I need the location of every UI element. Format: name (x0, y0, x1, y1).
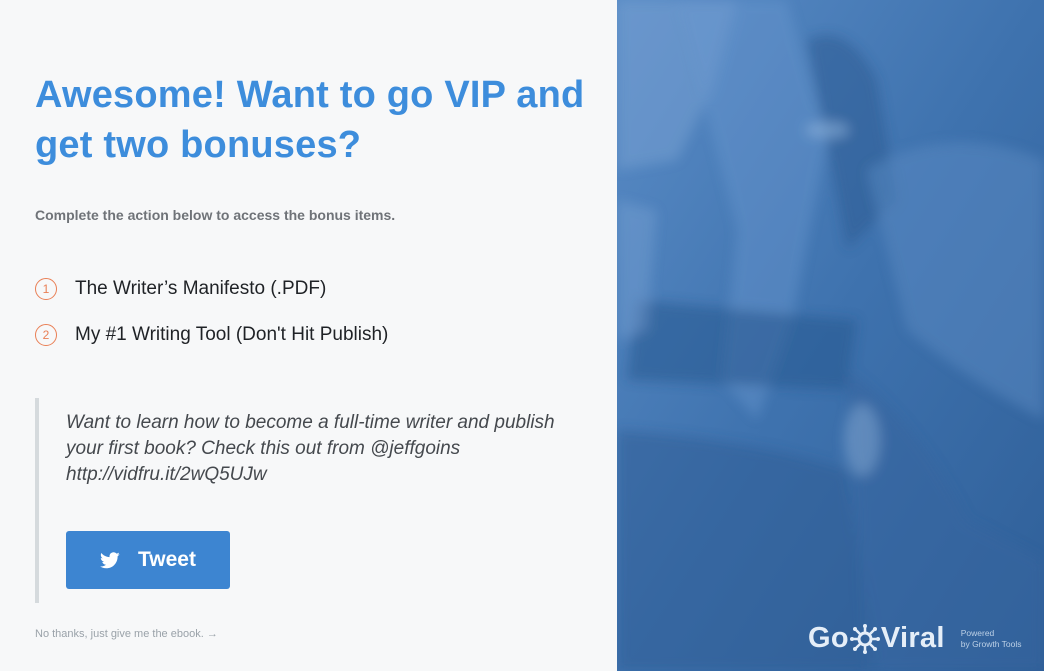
bonus-number-badge: 2 (35, 324, 57, 346)
tweet-button[interactable]: Tweet (66, 531, 230, 589)
goviral-logo: Go Viral (808, 622, 945, 655)
logo-text-go: Go (808, 622, 849, 654)
tweet-button-label: Tweet (138, 548, 196, 571)
tweet-quote-box: Want to learn how to become a full-time … (35, 398, 575, 603)
powered-by-text: Powered by Growth Tools (961, 628, 1022, 650)
logo-text-viral: Viral (880, 622, 945, 654)
tweet-text: Want to learn how to become a full-time … (66, 412, 555, 485)
bonus-list: 1 The Writer’s Manifesto (.PDF) 2 My #1 … (35, 277, 388, 369)
offer-panel: Awesome! Want to go VIP and get two bonu… (0, 0, 617, 671)
decline-link[interactable]: No thanks, just give me the ebook. → (35, 628, 218, 640)
bonus-label: The Writer’s Manifesto (.PDF) (75, 278, 327, 299)
virus-icon (849, 623, 880, 654)
hero-image-panel: Go Viral Powered by Growth Tools (617, 0, 1044, 671)
bonus-number-badge: 1 (35, 278, 57, 300)
powered-line-1: Powered (960, 627, 995, 638)
twitter-bird-icon (100, 551, 120, 568)
subtitle: Complete the action below to access the … (35, 207, 396, 223)
goviral-branding: Go Viral Powered by Growth Tools (808, 622, 1022, 655)
headline: Awesome! Want to go VIP and get two bonu… (35, 74, 585, 166)
bonus-label: My #1 Writing Tool (Don't Hit Publish) (75, 324, 389, 345)
list-item: 2 My #1 Writing Tool (Don't Hit Publish) (35, 323, 388, 347)
list-item: 1 The Writer’s Manifesto (.PDF) (35, 277, 388, 301)
hero-photo (617, 0, 1044, 671)
powered-line-2: by Growth Tools (960, 638, 1022, 649)
